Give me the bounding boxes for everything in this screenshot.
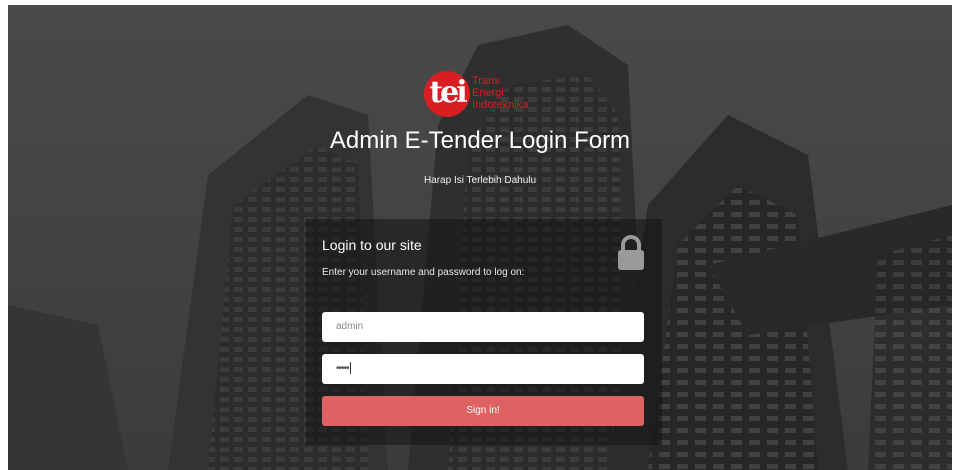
login-form-header: Login to our site Enter your username an… — [322, 237, 592, 278]
logo-line-3: Indoteknika — [472, 99, 529, 111]
username-input[interactable]: admin — [322, 312, 644, 342]
logo-line-2: Energi — [472, 87, 504, 99]
logo-wordmark: Trans Energi Indoteknika — [472, 75, 528, 111]
login-description: Enter your username and password to log … — [322, 267, 525, 278]
login-form-panel: Login to our site Enter your username an… — [306, 219, 662, 445]
page-title: Admin E-Tender Login Form — [329, 127, 631, 154]
company-logo: tei Trans Energi Indoteknika — [424, 69, 564, 121]
logo-line-1: Trans — [472, 75, 500, 87]
lock-icon — [618, 235, 644, 270]
top-content: tei Trans Energi Indoteknika Admin E-Ten… — [8, 5, 952, 470]
sign-in-button[interactable]: Sign in! — [322, 396, 644, 426]
login-heading: Login to our site — [322, 237, 422, 253]
logo-mark: tei — [424, 71, 470, 117]
password-masked-value: ••••• — [336, 363, 349, 374]
text-cursor — [349, 362, 351, 375]
login-page: tei Trans Energi Indoteknika Admin E-Ten… — [8, 5, 952, 470]
page-subtitle: Harap Isi Terlebih Dahulu — [423, 175, 537, 186]
password-input[interactable]: ••••• — [322, 354, 644, 384]
username-value: admin — [336, 321, 364, 332]
